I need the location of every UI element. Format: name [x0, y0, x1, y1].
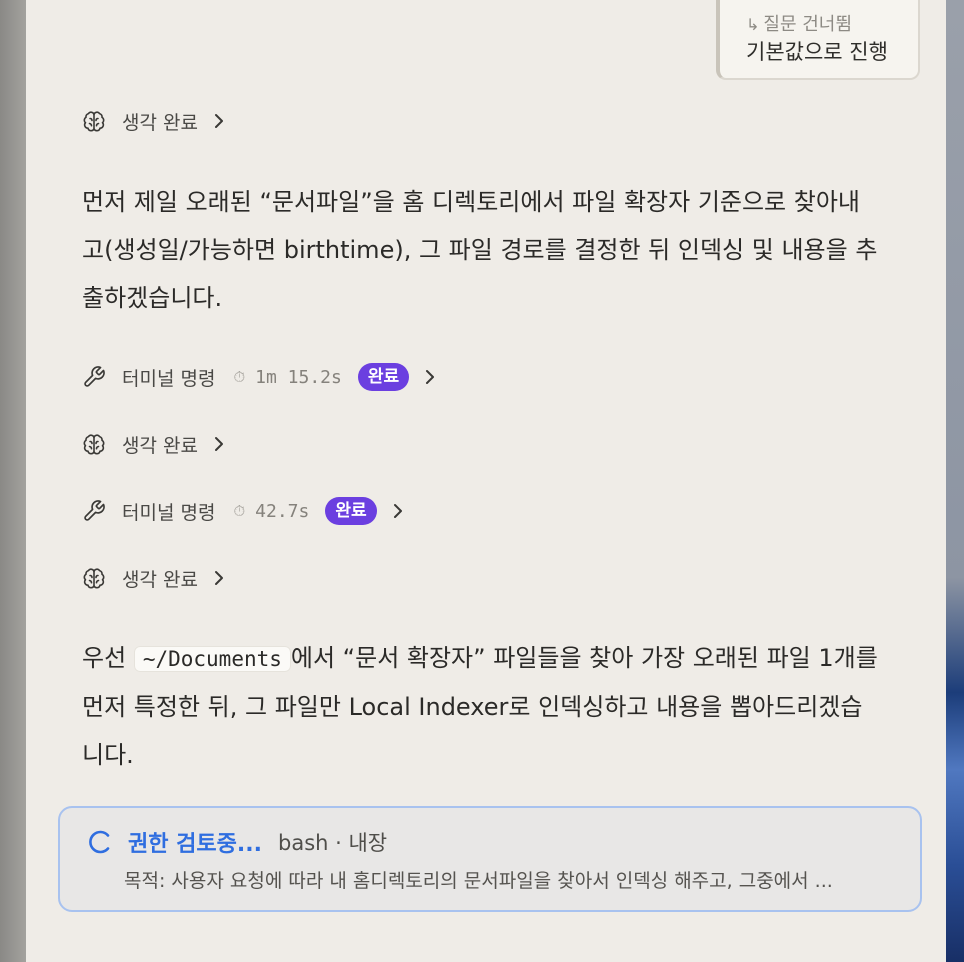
step-label: 터미널 명령 — [122, 501, 216, 524]
chevron-right-icon — [423, 367, 437, 387]
step-label: 생각 완료 — [122, 111, 198, 134]
assistant-message-1: 먼저 제일 오래된 “문서파일”을 홈 디렉토리에서 파일 확장자 기준으로 찾… — [82, 188, 878, 312]
brain-icon — [82, 432, 106, 456]
permission-purpose: 목적: 사용자 요청에 따라 내 홈디렉토리의 문서파일을 찾아서 인덱싱 해주… — [124, 870, 833, 892]
chevron-right-icon — [391, 501, 405, 521]
status-badge: 완료 — [325, 497, 377, 525]
terminal-step-1[interactable]: 터미널 명령 ⏱ 1m 15.2s 완료 — [82, 362, 437, 392]
timer-icon: ⏱ — [233, 502, 246, 520]
wrench-icon — [82, 365, 106, 389]
question-skip-card: ↳ 질문 건너뜀 기본값으로 진행 — [716, 0, 920, 80]
permission-review-card[interactable]: 권한 검토중... bash · 내장 목적: 사용자 요청에 따라 내 홈디렉… — [58, 806, 922, 912]
terminal-step-2[interactable]: 터미널 명령 ⏱ 42.7s 완료 — [82, 496, 405, 526]
window-left-edge — [0, 0, 26, 962]
permission-status: 권한 검토중... — [128, 832, 262, 857]
thinking-step-3[interactable]: 생각 완료 — [82, 563, 226, 593]
inline-code-path: ~/Documents — [133, 646, 291, 672]
thinking-step-1[interactable]: 생각 완료 — [82, 106, 226, 136]
assistant-message-2: 우선 ~/Documents 에서 “문서 확장자” 파일들을 찾아 가장 오래된… — [82, 634, 882, 779]
thinking-step-2[interactable]: 생각 완료 — [82, 429, 226, 459]
loading-spinner-icon — [86, 828, 114, 856]
brain-icon — [82, 109, 106, 133]
permission-tool: bash · 내장 — [278, 831, 388, 855]
status-badge: 완료 — [357, 363, 410, 391]
skip-arrow-icon: ↳ — [746, 15, 760, 34]
step-duration: 42.7s — [255, 500, 310, 522]
question-skip-value: 기본값으로 진행 — [746, 40, 888, 64]
chevron-right-icon — [212, 111, 226, 131]
desktop-wallpaper-edge — [946, 0, 964, 962]
step-label: 터미널 명령 — [122, 367, 216, 390]
skip-label-text: 질문 건너뜀 — [763, 14, 852, 35]
step-label: 생각 완료 — [122, 568, 198, 591]
step-label: 생각 완료 — [122, 434, 198, 457]
question-skip-label: ↳ 질문 건너뜀 — [746, 10, 852, 36]
brain-icon — [82, 566, 106, 590]
wrench-icon — [82, 499, 106, 523]
chevron-right-icon — [212, 568, 226, 588]
chevron-right-icon — [212, 434, 226, 454]
step-duration: 1m 15.2s — [255, 366, 342, 388]
timer-icon: ⏱ — [233, 368, 246, 386]
message-prefix: 우선 — [82, 644, 127, 672]
